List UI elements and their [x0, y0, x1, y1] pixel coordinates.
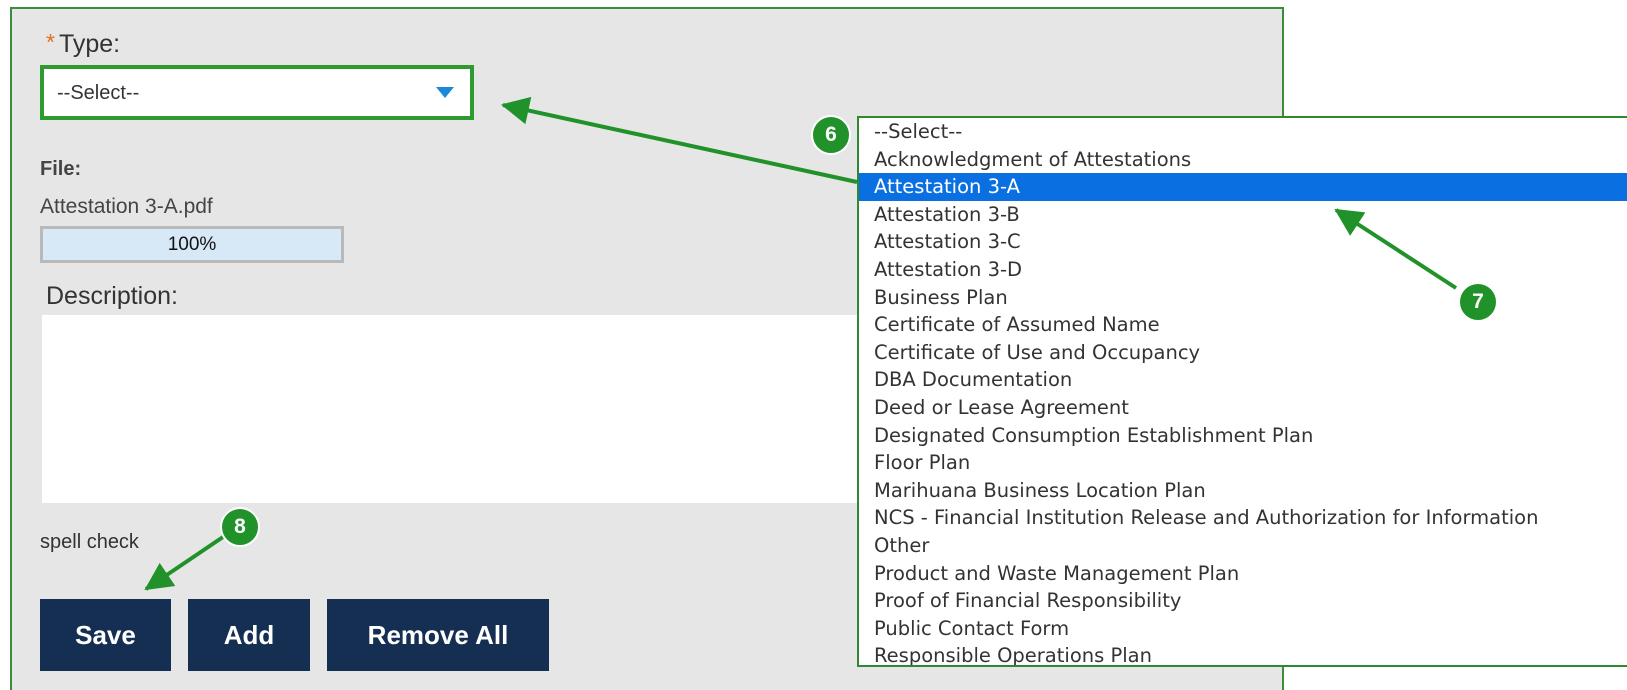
- dropdown-option[interactable]: DBA Documentation: [859, 366, 1627, 394]
- dropdown-option[interactable]: NCS - Financial Institution Release and …: [859, 504, 1627, 532]
- dropdown-option[interactable]: Attestation 3-B: [859, 201, 1627, 229]
- dropdown-option[interactable]: Business Plan: [859, 284, 1627, 312]
- dropdown-option[interactable]: Proof of Financial Responsibility: [859, 587, 1627, 615]
- dropdown-option[interactable]: Public Contact Form: [859, 615, 1627, 643]
- spell-check-link[interactable]: spell check: [40, 531, 139, 554]
- required-marker: *: [46, 29, 55, 55]
- step-6-badge: 6: [811, 115, 851, 155]
- type-dropdown-list[interactable]: --Select-- Acknowledgment of Attestations…: [857, 116, 1627, 667]
- upload-progress-text: 100%: [167, 234, 217, 255]
- add-button[interactable]: Add: [188, 599, 310, 671]
- chevron-down-icon: [436, 87, 454, 98]
- dropdown-option[interactable]: Designated Consumption Establishment Pla…: [859, 422, 1627, 450]
- description-label: Description:: [46, 282, 178, 310]
- remove-all-button[interactable]: Remove All: [327, 599, 549, 671]
- type-label-text: Type:: [58, 30, 121, 58]
- dropdown-option[interactable]: Other: [859, 532, 1627, 560]
- dropdown-option[interactable]: Acknowledgment of Attestations: [859, 146, 1627, 174]
- dropdown-option[interactable]: Attestation 3-C: [859, 228, 1627, 256]
- dropdown-option[interactable]: Marihuana Business Location Plan: [859, 477, 1627, 505]
- uploaded-file-name: Attestation 3-A.pdf: [40, 195, 213, 218]
- dropdown-option[interactable]: Product and Waste Management Plan: [859, 560, 1627, 588]
- save-button[interactable]: Save: [40, 599, 171, 671]
- type-select-value: --Select--: [57, 82, 140, 104]
- dropdown-option[interactable]: Attestation 3-D: [859, 256, 1627, 284]
- type-select[interactable]: --Select--: [40, 65, 474, 120]
- dropdown-option[interactable]: Certificate of Use and Occupancy: [859, 339, 1627, 367]
- dropdown-option[interactable]: Responsible Operations Plan: [859, 642, 1627, 665]
- screenshot-stage: * Type: --Select-- File: Attestation 3-A.…: [0, 0, 1627, 690]
- dropdown-option[interactable]: Floor Plan: [859, 449, 1627, 477]
- dropdown-option[interactable]: Certificate of Assumed Name: [859, 311, 1627, 339]
- type-field-label: * Type:: [46, 29, 121, 59]
- step-7-badge: 7: [1458, 282, 1498, 322]
- dropdown-option[interactable]: Deed or Lease Agreement: [859, 394, 1627, 422]
- upload-progress-bar: 100%: [40, 226, 344, 263]
- step-8-badge: 8: [220, 507, 260, 547]
- dropdown-option[interactable]: --Select--: [859, 118, 1627, 146]
- dropdown-option[interactable]: Attestation 3-A: [859, 173, 1627, 201]
- file-label: File:: [40, 158, 82, 180]
